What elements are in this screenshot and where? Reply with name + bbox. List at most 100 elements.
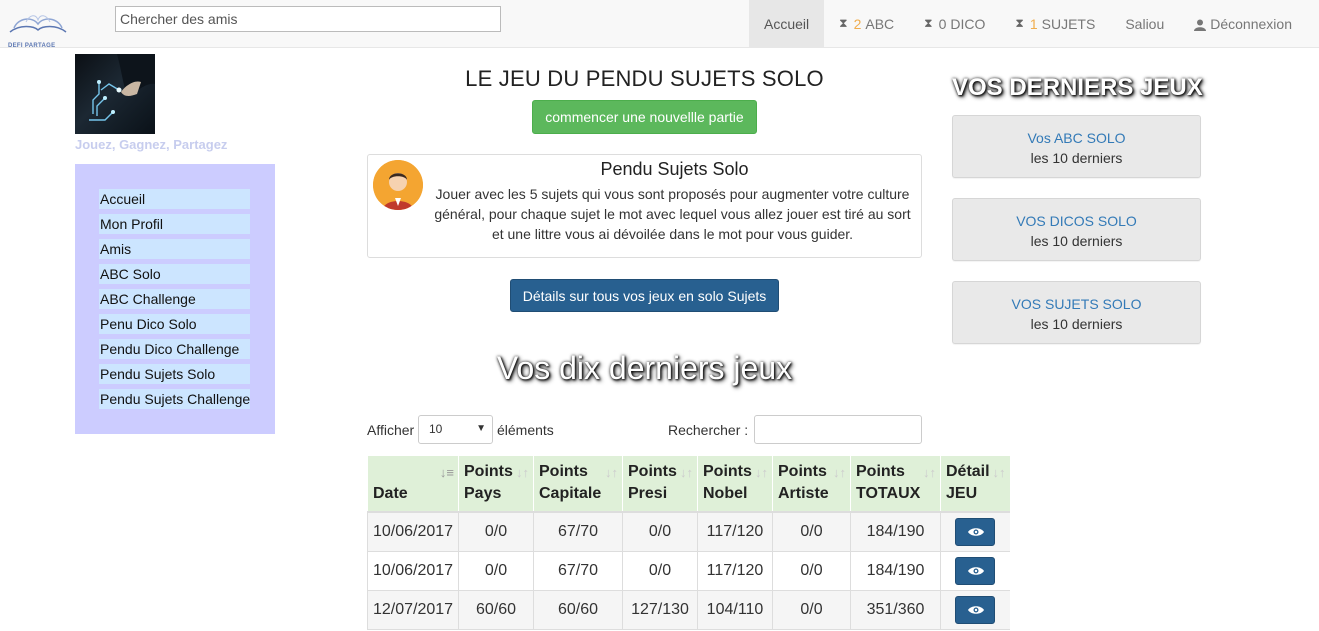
sort-icon: ↓↑ <box>516 465 529 480</box>
cell-artiste: 0/0 <box>772 512 851 552</box>
cell-detail <box>940 590 1010 630</box>
sidebar-item-pendu-sujets-solo[interactable]: Pendu Sujets Solo <box>99 364 250 384</box>
table-search-input[interactable] <box>754 415 922 444</box>
profile-picture-icon <box>89 54 155 121</box>
column-header-pays[interactable]: Points Pays ↓↑ <box>458 456 534 513</box>
cell-date: 12/07/2017 <box>367 590 459 630</box>
cell-artiste: 0/0 <box>772 590 851 630</box>
sort-icon: ↓↑ <box>680 465 693 480</box>
nav-home[interactable]: Accueil <box>749 0 825 47</box>
header-line2: Nobel <box>703 485 748 502</box>
nav-dico-count: 0 <box>938 15 947 32</box>
nav-sujets-label: SUJETS <box>1041 15 1096 32</box>
view-detail-button[interactable] <box>955 595 996 624</box>
table-row: 10/06/2017 0/0 67/70 0/0 117/120 0/0 184… <box>367 512 1010 552</box>
nav-dico-label: DICO <box>950 15 986 32</box>
section-title: Vos dix derniers jeux <box>496 350 793 386</box>
nav-user-label: Saliou <box>1125 15 1165 32</box>
cell-pays: 0/0 <box>458 512 534 552</box>
recent-dicos-card[interactable]: VOS DICOS SOLO les 10 derniers <box>952 198 1201 261</box>
nav-logout-label: Déconnexion <box>1210 15 1292 32</box>
sort-icon: ↓↑ <box>833 465 846 480</box>
nav-sujets[interactable]: ⧗ 1 SUJETS <box>1000 0 1110 47</box>
header-line1: Détail <box>946 463 990 480</box>
entries-per-page-value: 10 <box>429 422 443 436</box>
search-friends-input[interactable] <box>115 6 501 32</box>
sort-desc-icon: ↓≡ <box>439 465 454 480</box>
sort-icon: ↓↑ <box>605 465 618 480</box>
recent-abc-subtitle: les 10 derniers <box>1030 150 1123 166</box>
sidebar-item-pendu-sujets-challenge[interactable]: Pendu Sujets Challenge <box>99 389 250 409</box>
column-header-totaux[interactable]: Points TOTAUX ↓↑ <box>850 456 941 513</box>
cell-capitale: 67/70 <box>533 512 623 552</box>
sidebar-item-penu-dico-solo[interactable]: Penu Dico Solo <box>99 314 250 334</box>
cell-capitale: 67/70 <box>533 551 623 591</box>
table-row: 10/06/2017 0/0 67/70 0/0 117/120 0/0 184… <box>367 551 1010 591</box>
sidebar-item-pendu-dico-challenge[interactable]: Pendu Dico Challenge <box>99 339 250 359</box>
view-detail-button[interactable] <box>955 517 996 546</box>
cell-detail <box>940 551 1010 591</box>
recent-sujets-link[interactable]: VOS SUJETS SOLO <box>953 294 1200 314</box>
cell-nobel: 117/120 <box>697 512 773 552</box>
header-line2: Pays <box>464 485 502 502</box>
column-header-artiste[interactable]: Points Artiste ↓↑ <box>772 456 851 513</box>
nav-abc-count: 2 <box>853 15 862 32</box>
table-search-label: Rechercher : <box>668 422 749 438</box>
nav-user[interactable]: Saliou <box>1110 0 1179 47</box>
nav-dico[interactable]: ⧗ 0 DICO <box>909 0 1000 47</box>
new-game-button[interactable]: commencer une nouvellle partie <box>532 100 757 134</box>
cell-nobel: 104/110 <box>697 590 773 630</box>
header-line2: TOTAUX <box>856 485 921 502</box>
details-button[interactable]: Détails sur tous vos jeux en solo Sujets <box>510 279 779 312</box>
recent-abc-link[interactable]: Vos ABC SOLO <box>953 128 1200 148</box>
profile-image <box>75 54 155 134</box>
cell-totaux: 184/190 <box>850 512 941 552</box>
cell-nobel: 117/120 <box>697 551 773 591</box>
column-header-nobel[interactable]: Points Nobel ↓↑ <box>697 456 773 513</box>
nav-logout[interactable]: Déconnexion <box>1179 0 1307 47</box>
header-line2: JEU <box>946 485 978 502</box>
recent-games-title: VOS DERNIERS JEUX <box>952 74 1203 101</box>
avatar <box>373 160 423 210</box>
site-logo[interactable]: DEFI PARTAGE <box>6 10 70 52</box>
page-title: LE JEU DU PENDU SUJETS SOLO <box>465 66 824 91</box>
column-header-presi[interactable]: Points Presi ↓↑ <box>622 456 698 513</box>
logo-text: DEFI PARTAGE <box>8 43 56 49</box>
sidebar-menu: Accueil Mon Profil Amis ABC Solo ABC Cha… <box>75 164 275 434</box>
header-line1: Points <box>464 463 513 480</box>
sort-icon: ↓↑ <box>923 465 936 480</box>
info-description: Jouer avec les 5 sujets qui vous sont pr… <box>434 186 911 242</box>
sort-icon: ↓↑ <box>992 465 1006 480</box>
view-detail-button[interactable] <box>955 556 996 585</box>
nav-abc[interactable]: ⧗ 2 ABC <box>824 0 909 47</box>
table-row: 12/07/2017 60/60 60/60 127/130 104/110 0… <box>367 590 1010 630</box>
cell-date: 10/06/2017 <box>367 551 459 591</box>
game-info-panel: Pendu Sujets Solo Jouer avec les 5 sujet… <box>367 154 922 258</box>
games-table: Date ↓≡ Points Pays ↓↑ Points Capitale ↓… <box>367 456 1010 630</box>
entries-per-page-select[interactable]: 10 ▼ <box>418 415 493 444</box>
sidebar-item-accueil[interactable]: Accueil <box>99 189 250 209</box>
column-header-date[interactable]: Date ↓≡ <box>367 456 459 513</box>
sidebar-item-abc-challenge[interactable]: ABC Challenge <box>99 289 250 309</box>
hourglass-icon: ⧗ <box>1015 16 1024 30</box>
column-header-detail[interactable]: Détail JEU ↓↑ <box>940 456 1010 513</box>
info-title: Pendu Sujets Solo <box>600 159 749 179</box>
caret-down-icon: ▼ <box>476 423 486 434</box>
person-avatar-icon <box>373 160 423 210</box>
recent-abc-card[interactable]: Vos ABC SOLO les 10 derniers <box>952 115 1201 178</box>
sidebar-item-abc-solo[interactable]: ABC Solo <box>99 264 250 284</box>
nav-menu: Accueil ⧗ 2 ABC ⧗ 0 DICO ⧗ 1 SUJETS Sali… <box>749 0 1307 47</box>
cell-presi: 127/130 <box>622 590 698 630</box>
sidebar-item-amis[interactable]: Amis <box>99 239 250 259</box>
top-navbar: DEFI PARTAGE Accueil ⧗ 2 ABC ⧗ 0 DICO ⧗ … <box>0 0 1319 49</box>
eye-icon <box>968 566 985 575</box>
header-line2: Capitale <box>539 485 602 502</box>
recent-sujets-card[interactable]: VOS SUJETS SOLO les 10 derniers <box>952 281 1201 344</box>
cell-artiste: 0/0 <box>772 551 851 591</box>
sidebar-item-mon-profil[interactable]: Mon Profil <box>99 214 250 234</box>
column-header-capitale[interactable]: Points Capitale ↓↑ <box>533 456 623 513</box>
recent-dicos-link[interactable]: VOS DICOS SOLO <box>953 211 1200 231</box>
cell-totaux: 184/190 <box>850 551 941 591</box>
nav-abc-label: ABC <box>865 15 895 32</box>
header-line2: Presi <box>628 485 668 502</box>
